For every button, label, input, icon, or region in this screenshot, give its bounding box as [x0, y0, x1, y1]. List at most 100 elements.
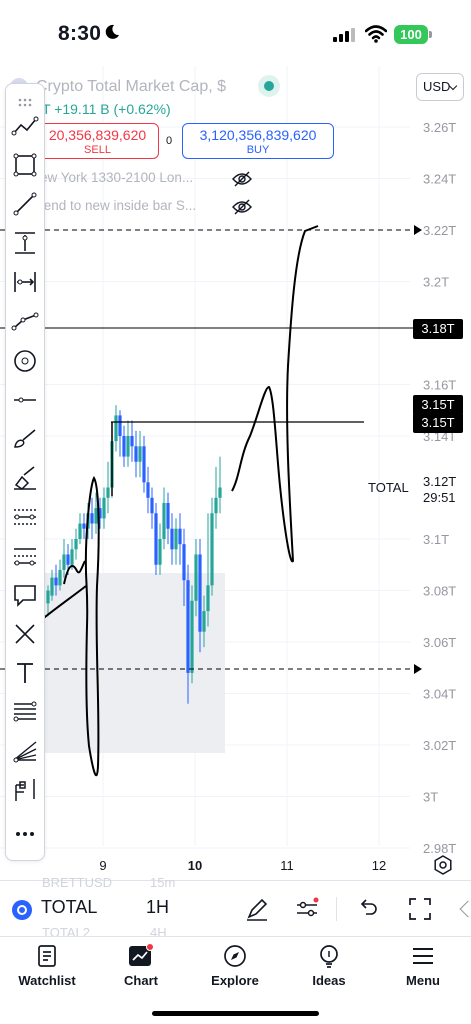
price-chart[interactable]: 3.26T3.24T3.22T3.2T3.16T3.14T3.1T3.08T3.…: [0, 66, 471, 880]
buy-button[interactable]: 3,120,356,839,620 BUY: [182, 123, 334, 159]
symbol-icon[interactable]: [12, 900, 32, 920]
scroll-left-icon[interactable]: [459, 900, 471, 918]
circle-icon[interactable]: [10, 346, 40, 376]
tab-bar: Watchlist Chart Explore Ideas Menu: [0, 936, 471, 1024]
candle-body: [126, 436, 130, 457]
price-label-3-15-a: 3.15T: [413, 395, 463, 415]
symbol-title[interactable]: Crypto Total Market Cap, $: [36, 78, 226, 96]
price-tick-label: 3.16T: [423, 378, 456, 393]
compass-icon: [224, 945, 246, 967]
dashed-line-bottom-arrow: [414, 664, 422, 674]
indicators-icon[interactable]: [293, 895, 321, 923]
moon-icon: [105, 24, 119, 39]
status-bar: 8:30 100: [0, 0, 471, 66]
interval-selector[interactable]: 1H: [146, 897, 169, 918]
candle-body: [206, 585, 210, 612]
candle-body: [62, 554, 66, 570]
fib-retracement-icon[interactable]: [10, 697, 40, 727]
line-icon[interactable]: [10, 189, 40, 219]
price-tick-label: 3.08T: [423, 584, 456, 599]
price-label-3-18: 3.18T: [413, 319, 463, 339]
range-zone: [44, 573, 225, 753]
menu-icon: [413, 948, 433, 964]
tab-label-menu: Menu: [406, 973, 440, 988]
short-position-icon[interactable]: [10, 541, 40, 571]
freehand-drawing-projection: [231, 225, 319, 563]
currency-select[interactable]: USD: [416, 73, 464, 101]
fib-fan-icon[interactable]: [10, 736, 40, 766]
eye-off-icon[interactable]: [232, 199, 252, 215]
status-time: 8:30: [58, 22, 102, 45]
candle-body: [194, 554, 198, 601]
time-tick-label: 10: [188, 858, 202, 873]
candle-body: [90, 513, 94, 524]
battery-indicator: 100: [394, 25, 432, 44]
candle-body: [190, 600, 194, 673]
spread-value: 0: [166, 135, 173, 147]
candle-body: [202, 611, 206, 632]
candle-body: [78, 523, 82, 539]
time-tick-label: 9: [99, 858, 106, 873]
price-range-icon[interactable]: [10, 228, 40, 258]
candle-body: [66, 554, 70, 565]
candle-body: [94, 508, 98, 524]
eye-off-icon[interactable]: [232, 171, 252, 187]
price-tick-label: 3.02T: [423, 738, 456, 753]
candle-body: [198, 554, 202, 632]
tab-explore[interactable]: Explore: [195, 943, 275, 988]
candle-body: [186, 580, 190, 673]
candle-body: [118, 415, 122, 436]
ghost-interval: 15m: [150, 875, 176, 890]
undo-icon[interactable]: [354, 895, 382, 923]
settings-icon[interactable]: [433, 855, 453, 875]
home-indicator: [152, 1011, 319, 1016]
tab-chart[interactable]: Chart: [101, 943, 181, 988]
trend-line-icon[interactable]: [10, 111, 40, 141]
fullscreen-icon[interactable]: [406, 895, 434, 923]
pen-icon[interactable]: [243, 895, 271, 923]
highlighter-icon[interactable]: [10, 463, 40, 493]
path-icon[interactable]: [10, 306, 40, 336]
rectangle-icon[interactable]: [10, 150, 40, 180]
more-tools-icon[interactable]: [10, 819, 40, 849]
candle-body: [46, 590, 50, 604]
indicator-session[interactable]: ew York 1330-2100 Lon...: [40, 170, 193, 185]
text-icon[interactable]: [10, 658, 40, 688]
horizontal-line-icon[interactable]: [10, 385, 40, 415]
buy-price: 3,120,356,839,620: [199, 127, 317, 143]
tab-menu[interactable]: Menu: [383, 943, 463, 988]
candle-body: [114, 415, 118, 442]
sell-button[interactable]: 20,356,839,620 SELL: [36, 123, 159, 159]
price-label-3-15-b: 3.15T: [413, 413, 463, 433]
total-series-label: TOTAL: [368, 480, 409, 495]
candle-body: [74, 539, 78, 550]
candle-body: [122, 436, 126, 457]
chart-bottom-toolbar: BRETTUSD 15m TOTAL2 4H TOTAL 1H: [0, 875, 471, 940]
market-status-indicator[interactable]: [258, 75, 280, 97]
candle-body: [170, 528, 174, 550]
price-tick-label: 3.26T: [423, 120, 456, 135]
symbol-selector[interactable]: TOTAL: [41, 897, 97, 918]
date-range-icon[interactable]: [10, 267, 40, 297]
price-tick-label: 2.98T: [423, 841, 456, 856]
candle-body: [162, 502, 166, 539]
candle-body: [58, 569, 62, 586]
chart-area[interactable]: 3.26T 3.24T 3.22T 3.2T 3.16T 3.14T 3.1T 3.08T 3.…: [0, 66, 471, 880]
wifi-icon: [365, 25, 387, 43]
xabcd-pattern-icon[interactable]: [10, 619, 40, 649]
indicator-inside-bar[interactable]: tend to new inside bar S...: [40, 198, 196, 213]
candle-body: [134, 446, 138, 462]
price-tick-label: 3.24T: [423, 172, 456, 187]
tab-ideas[interactable]: Ideas: [289, 943, 369, 988]
candle-body: [174, 528, 178, 550]
chart-icon: [129, 943, 154, 966]
candle-body: [106, 487, 110, 498]
price-tick-label: 3.2T: [423, 275, 449, 290]
tab-watchlist[interactable]: Watchlist: [7, 943, 87, 988]
price-tick-label: 3.06T: [423, 635, 456, 650]
long-position-icon[interactable]: [10, 502, 40, 532]
comment-icon[interactable]: [10, 580, 40, 610]
brush-icon[interactable]: [10, 424, 40, 454]
price-tick-label: 3.1T: [423, 532, 449, 547]
pitchfork-icon[interactable]: [10, 775, 40, 805]
